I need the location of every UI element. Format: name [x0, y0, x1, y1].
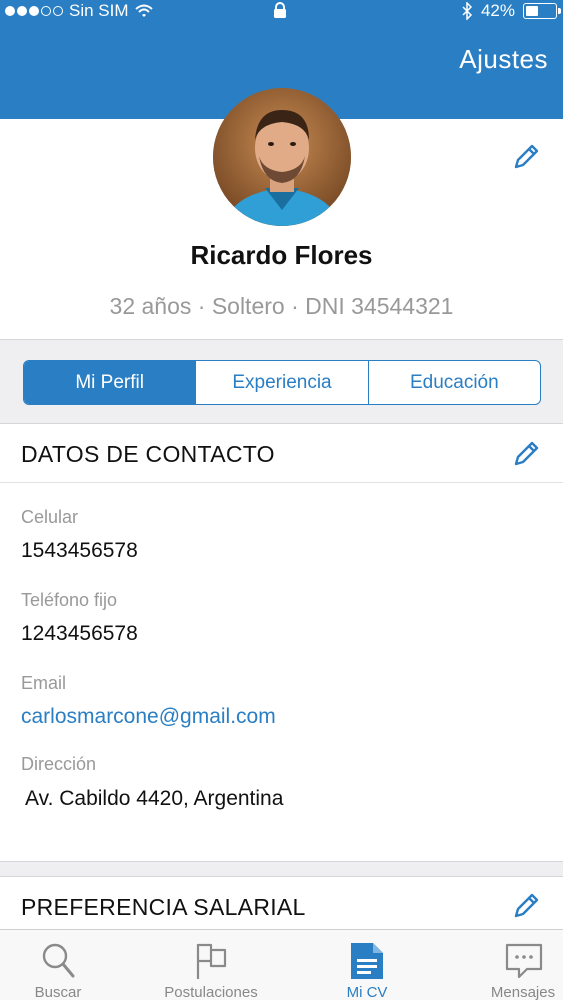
nav-label-postulaciones: Postulaciones: [164, 984, 258, 1000]
status-bar: Sin SIM 42%: [0, 0, 563, 24]
nav-tab-buscar[interactable]: Buscar: [0, 930, 128, 1000]
field-label-telefono: Teléfono fijo: [21, 590, 118, 610]
tab-mi-perfil[interactable]: Mi Perfil: [24, 361, 197, 404]
field-label-email: Email: [21, 673, 67, 693]
nav-tab-postulaciones[interactable]: Postulaciones: [141, 930, 281, 1000]
field-value-email[interactable]: carlosmarcone@gmail.com: [21, 705, 276, 729]
bluetooth-icon: [462, 2, 473, 20]
profile-details: 32 años · Soltero · DNI 34544321: [109, 293, 454, 319]
wifi-icon: [134, 4, 153, 17]
edit-profile-pencil-icon[interactable]: [510, 141, 542, 173]
edit-salary-pencil-icon[interactable]: [510, 890, 542, 922]
section-divider: [0, 482, 563, 483]
salary-section-title: PREFERENCIA SALARIAL: [21, 894, 306, 920]
field-label-celular: Celular: [21, 507, 79, 527]
field-label-direccion: Dirección: [21, 754, 97, 774]
search-icon: [42, 943, 75, 978]
nav-tab-mensajes[interactable]: Mensajes: [453, 930, 563, 1000]
profile-name: Ricardo Flores: [190, 240, 373, 270]
tab-experiencia[interactable]: Experiencia: [196, 361, 369, 404]
flag-icon: [196, 943, 227, 979]
profile-segmented-control: Mi Perfil Experiencia Educación: [23, 360, 541, 405]
carrier-label: Sin SIM: [69, 1, 129, 20]
tab-educacion[interactable]: Educación: [369, 361, 540, 404]
nav-label-mi-cv: Mi CV: [346, 984, 388, 1000]
section-separator: [0, 861, 563, 877]
chat-icon: [505, 943, 543, 979]
battery-status: 42%: [462, 1, 561, 21]
nav-label-mensajes: Mensajes: [490, 984, 556, 1000]
signal-strength-icon: [5, 6, 63, 16]
field-value-direccion: Av. Cabildo 4420, Argentina: [25, 787, 284, 810]
field-value-telefono: 1243456578: [21, 622, 138, 645]
nav-tab-mi-cv[interactable]: Mi CV: [297, 930, 437, 1000]
battery-icon: [523, 3, 561, 19]
lock-icon: [273, 2, 287, 24]
bottom-tab-bar: Buscar Postulaciones Mi CV Mensajes: [0, 929, 563, 1000]
carrier-signal: Sin SIM: [5, 1, 153, 21]
edit-contact-pencil-icon[interactable]: [510, 438, 542, 470]
profile-avatar: [213, 88, 351, 226]
settings-button[interactable]: Ajustes: [459, 44, 548, 75]
battery-percentage: 42%: [480, 1, 515, 20]
field-value-celular: 1543456578: [21, 539, 138, 562]
document-icon: [351, 943, 383, 979]
nav-label-buscar: Buscar: [34, 984, 82, 1000]
contact-section-title: DATOS DE CONTACTO: [21, 441, 275, 467]
